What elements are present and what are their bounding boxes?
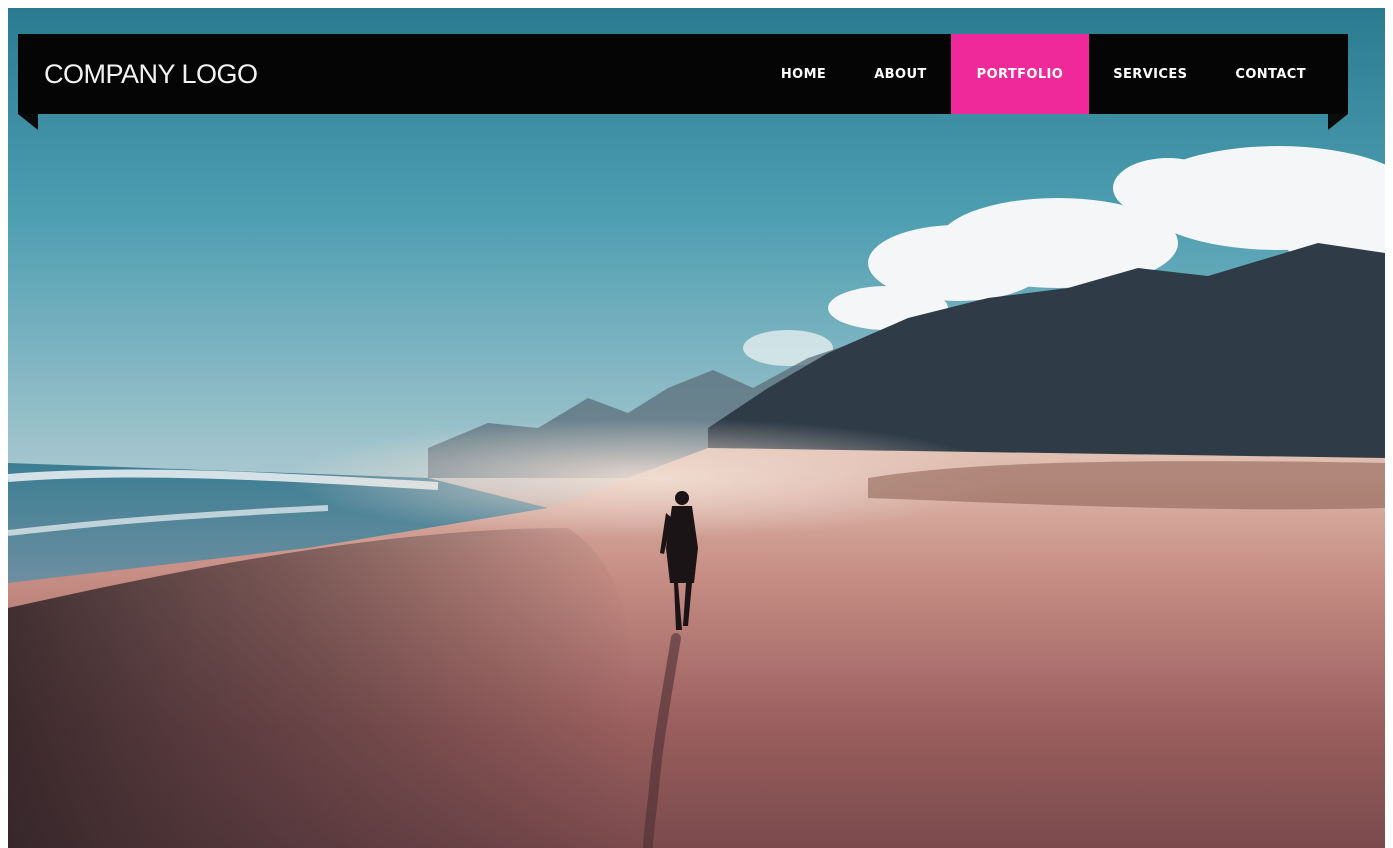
navbar-ribbon-left	[18, 114, 38, 130]
company-logo[interactable]: COMPANY LOGO	[44, 59, 258, 90]
nav-item-home[interactable]: HOME	[757, 34, 850, 114]
nav-item-portfolio[interactable]: PORTFOLIO	[950, 34, 1090, 114]
beach-landscape-illustration	[8, 8, 1385, 848]
nav-item-services[interactable]: SERVICES	[1089, 34, 1211, 114]
nav-item-contact[interactable]: CONTACT	[1211, 34, 1330, 114]
hero-background-image	[8, 8, 1385, 848]
nav-menu: HOME ABOUT PORTFOLIO SERVICES CONTACT	[757, 34, 1330, 114]
navbar-ribbon-right	[1328, 114, 1348, 130]
top-navbar: COMPANY LOGO HOME ABOUT PORTFOLIO SERVIC…	[18, 34, 1348, 114]
nav-item-about[interactable]: ABOUT	[850, 34, 950, 114]
